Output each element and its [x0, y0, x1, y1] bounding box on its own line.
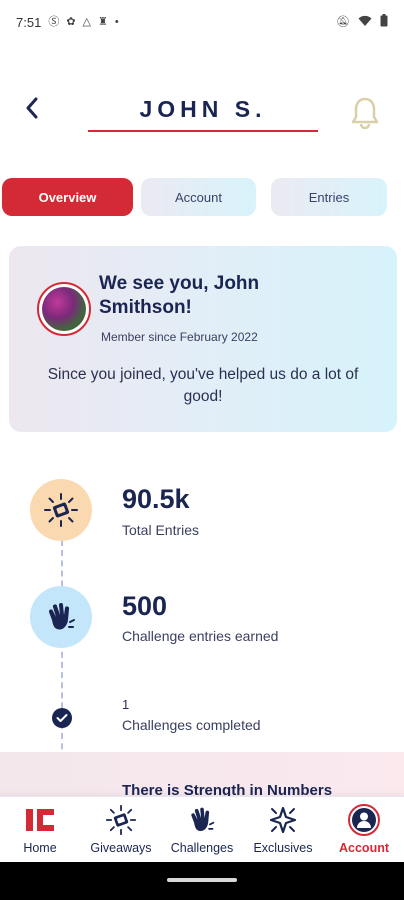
nav-home-label: Home [23, 841, 57, 855]
nav-exclusives-label: Exclusives [253, 841, 313, 855]
profile-greeting: We see you, John Smithson! [99, 273, 260, 318]
back-button[interactable] [18, 94, 46, 122]
nav-giveaways[interactable]: Giveaways [81, 803, 161, 859]
bell-icon [351, 97, 379, 130]
figure-icon: ♜ [98, 15, 108, 28]
giveaway-icon [44, 493, 78, 527]
avatar[interactable] [37, 282, 91, 336]
challenges-completed-badge [52, 708, 72, 728]
challenges-completed-label: Challenges completed [122, 717, 261, 733]
challenge-entries-badge [30, 586, 92, 648]
account-icon [347, 803, 381, 837]
dot-icon: • [114, 15, 119, 28]
challenge-entries-value: 500 [122, 591, 168, 621]
drive-icon: △ [82, 15, 91, 28]
member-since: Member since February 2022 [101, 330, 258, 344]
wave-hand-icon [185, 803, 219, 837]
nav-giveaways-label: Giveaways [90, 841, 152, 855]
title-underline [88, 130, 318, 132]
check-icon [56, 714, 68, 722]
chevron-left-icon [26, 97, 38, 119]
gesture-handle[interactable] [167, 878, 237, 882]
challenges-completed-value: 1 [122, 697, 130, 712]
total-entries-value: 90.5k [122, 484, 190, 514]
total-entries-label: Total Entries [122, 522, 200, 538]
s-icon: Ⓢ [48, 15, 60, 28]
nav-exclusives[interactable]: Exclusives [243, 803, 323, 859]
status-bar: 7:51 Ⓢ ✿ △ ♜ • 🔕︎ [0, 0, 404, 44]
home-logo-icon [23, 803, 57, 837]
total-entries-badge [30, 479, 92, 541]
nav-challenges-label: Challenges [170, 841, 234, 855]
bottom-nav: Home Giveaways Challenges Exclusives Acc… [0, 796, 404, 862]
nav-account-label: Account [339, 841, 389, 855]
photos-icon: ✿ [66, 15, 76, 28]
page-header: JOHN S. [0, 84, 404, 140]
tab-entries[interactable]: Entries [271, 178, 387, 216]
challenge-entries-label: Challenge entries earned [122, 628, 279, 644]
nav-account[interactable]: Account [324, 803, 404, 859]
mute-icon: 🔕︎ [336, 15, 350, 28]
page-title: JOHN S. [139, 96, 267, 122]
giveaway-icon [104, 803, 138, 837]
profile-message: Since you joined, you've helped us do a … [47, 366, 359, 405]
battery-icon [380, 14, 388, 30]
profile-card: We see you, John Smithson! Member since … [9, 246, 397, 432]
wave-hand-icon [48, 603, 75, 630]
profile-tabs: Overview Account Entries [2, 178, 402, 216]
wifi-icon [358, 15, 372, 30]
sparkle-icon [266, 803, 300, 837]
nav-home[interactable]: Home [0, 803, 80, 859]
nav-challenges[interactable]: Challenges [162, 803, 242, 859]
tab-overview[interactable]: Overview [2, 178, 133, 216]
strength-banner[interactable]: There is Strength in Numbers [0, 752, 404, 802]
gesture-area [0, 862, 404, 900]
avatar-image [42, 287, 86, 331]
status-time: 7:51 [16, 14, 42, 30]
tab-account[interactable]: Account [141, 178, 256, 216]
notifications-button[interactable] [350, 96, 380, 130]
